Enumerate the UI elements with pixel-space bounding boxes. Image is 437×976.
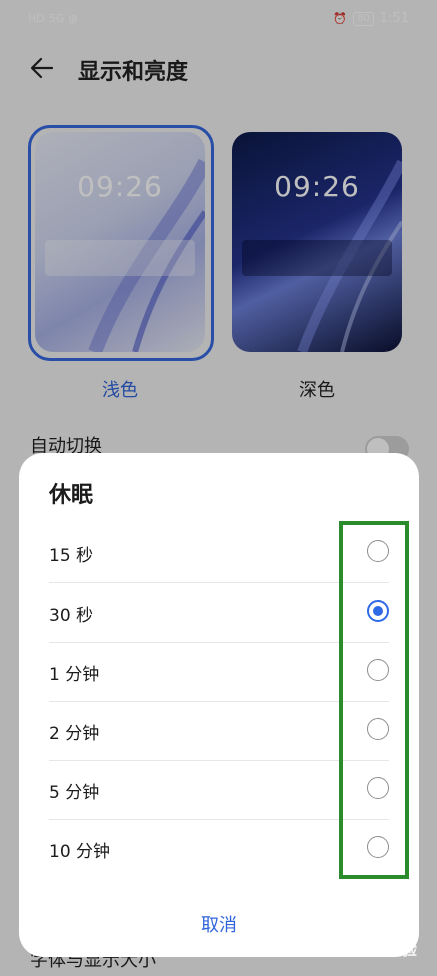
option-label: 1 分钟 xyxy=(49,665,100,685)
sleep-option-2min[interactable]: 2 分钟 xyxy=(49,701,389,761)
option-label: 2 分钟 xyxy=(49,724,100,744)
cancel-button[interactable]: 取消 xyxy=(19,911,419,937)
option-label: 30 秒 xyxy=(49,606,94,626)
sleep-option-5min[interactable]: 5 分钟 xyxy=(49,760,389,820)
annotation-highlight-box xyxy=(339,521,409,879)
option-label: 10 分钟 xyxy=(49,842,111,862)
sleep-option-1min[interactable]: 1 分钟 xyxy=(49,642,389,702)
option-label: 15 秒 xyxy=(49,546,94,566)
watermark-logo: Baidu 经验 xyxy=(328,940,417,959)
sleep-option-15s[interactable]: 15 秒 xyxy=(49,523,389,583)
sleep-option-10min[interactable]: 10 分钟 xyxy=(49,819,389,878)
sleep-option-30s[interactable]: 30 秒 xyxy=(49,583,389,643)
dialog-title: 休眠 xyxy=(49,483,94,508)
option-label: 5 分钟 xyxy=(49,783,100,803)
